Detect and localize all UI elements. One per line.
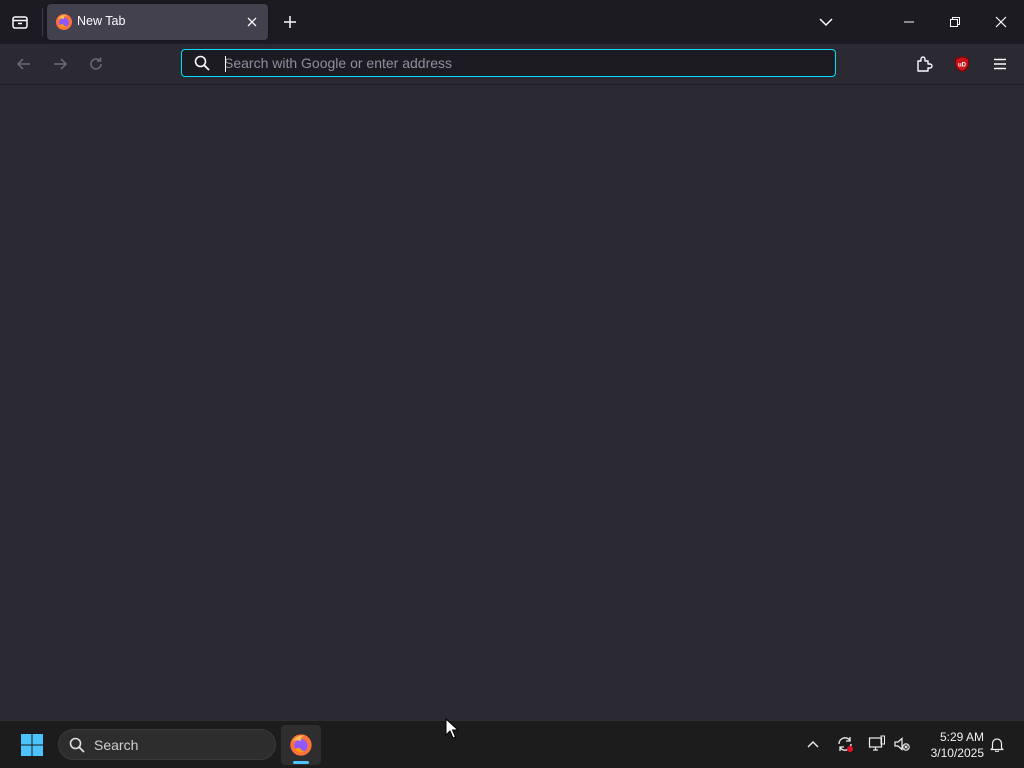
chevron-up-icon [807,741,819,748]
minimize-button[interactable] [886,0,932,44]
minimize-icon [904,21,914,23]
windows-taskbar: Search 5:29 AM 3/10/2025 [0,720,1024,768]
back-button[interactable] [8,48,40,80]
firefox-icon [56,14,72,30]
network-tray-icon[interactable] [864,731,890,757]
windows-logo-icon [21,734,43,756]
notifications-button[interactable] [984,731,1010,757]
search-icon [69,737,85,753]
ublock-origin-button[interactable]: uD [946,48,978,80]
close-icon [995,16,1007,28]
extensions-icon [917,56,933,72]
address-bar[interactable] [181,49,836,77]
mouse-cursor-icon [445,718,459,739]
new-tab-button[interactable] [276,8,304,36]
taskbar-search-label: Search [94,737,139,753]
forward-arrow-icon [54,58,68,70]
taskbar-app-firefox[interactable] [281,725,321,765]
tab-new-tab[interactable]: New Tab [47,4,268,40]
start-button[interactable] [14,727,50,763]
hamburger-menu-icon [994,58,1006,70]
speaker-muted-icon [894,737,910,751]
tab-bar-separator [42,8,43,36]
sync-status-tray-icon[interactable] [832,731,858,757]
taskbar-search-box[interactable]: Search [58,729,276,760]
reload-button[interactable] [80,48,112,80]
navigation-toolbar: uD [0,44,1024,85]
close-window-button[interactable] [978,0,1024,44]
ublock-origin-icon: uD [955,56,969,72]
running-app-indicator [293,761,309,764]
search-icon [194,55,210,71]
forward-button[interactable] [44,48,76,80]
svg-text:uD: uD [958,63,967,69]
back-arrow-icon [16,58,30,70]
list-all-tabs-button[interactable] [810,6,842,38]
tab-title: New Tab [77,14,126,28]
reload-icon [90,57,102,70]
address-input[interactable] [224,53,814,73]
restore-button[interactable] [932,0,978,44]
text-caret [225,56,226,72]
show-hidden-icons-button[interactable] [800,731,826,757]
sync-icon [838,737,853,752]
firefox-view-icon [12,16,28,29]
tab-bar: New Tab [0,0,1024,44]
chevron-down-icon [819,18,833,27]
tab-close-button[interactable] [242,12,262,32]
network-monitor-icon [868,735,885,751]
bell-icon [990,738,1004,752]
firefox-view-button[interactable] [4,4,36,40]
browser-window: New Tab Search with Google or enter addr… [0,0,1024,720]
firefox-icon [290,734,312,756]
restore-icon [950,17,960,27]
system-clock[interactable]: 5:29 AM 3/10/2025 [918,729,984,761]
volume-tray-icon[interactable] [889,731,915,757]
page-content [0,85,1024,720]
clock-time: 5:29 AM [939,730,984,744]
clock-date: 3/10/2025 [930,746,984,760]
app-menu-button[interactable] [984,48,1016,80]
plus-icon [284,16,296,28]
extensions-button[interactable] [908,48,940,80]
close-icon [247,17,257,27]
